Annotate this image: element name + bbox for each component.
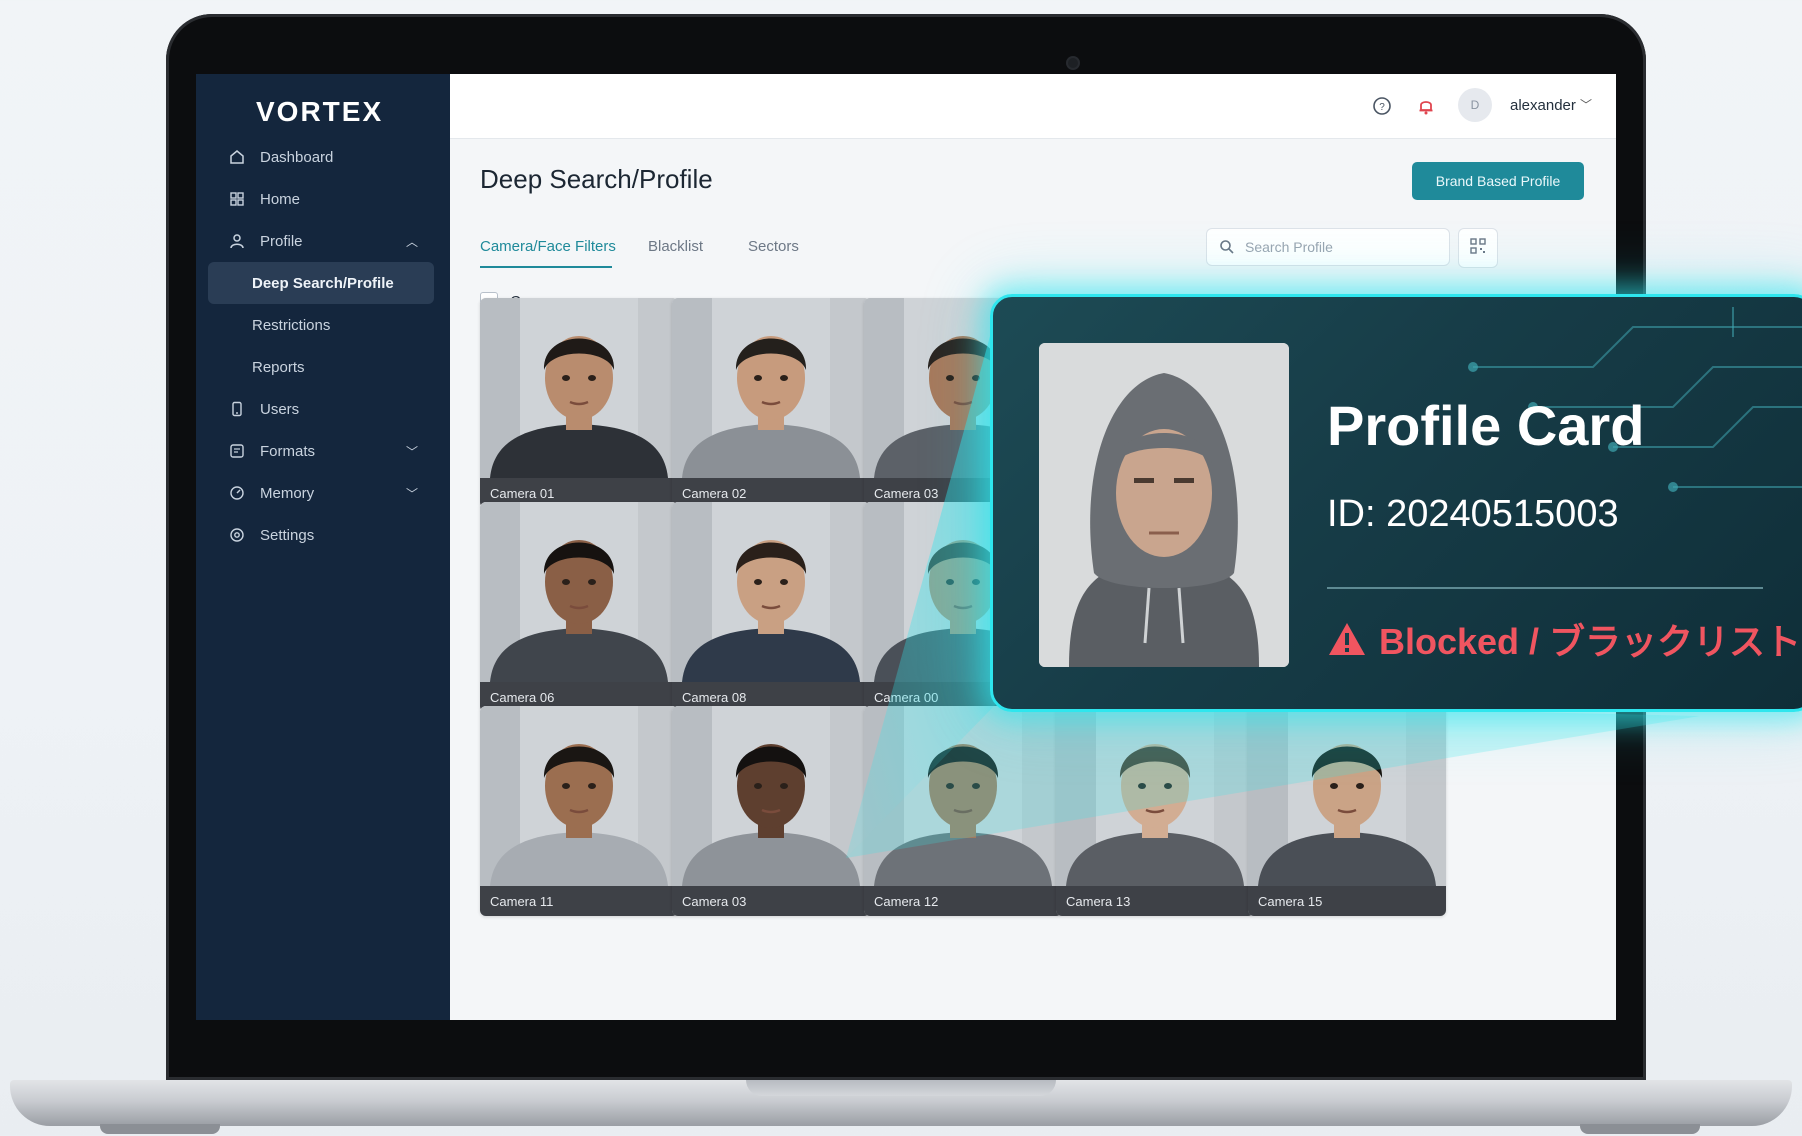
face-thumbnail: [480, 502, 678, 682]
camera-feed-card[interactable]: Camera 01: [480, 298, 678, 508]
active-tab-indicator: [480, 266, 612, 268]
gear-icon: [228, 526, 246, 544]
search-input[interactable]: [1243, 238, 1427, 256]
status-text: Blocked / ブラックリスト: [1379, 621, 1802, 662]
sidebar-item-label: Formats: [260, 442, 316, 460]
status-badge: Blocked / ブラックリスト: [1327, 613, 1801, 665]
brand-based-profile-button[interactable]: Brand Based Profile: [1412, 162, 1584, 200]
chevron-down-icon: ﹀: [405, 486, 418, 501]
sidebar-item-settings[interactable]: Settings: [220, 514, 434, 556]
face-thumbnail: [480, 706, 678, 886]
face-thumbnail: [1248, 706, 1446, 886]
sidebar-item-formats[interactable]: Formats ﹀: [220, 430, 434, 472]
tab-blacklist[interactable]: Blacklist: [648, 238, 703, 255]
sidebar: VORTEX Dashboard Home Profile ︿ Deep Sea…: [196, 74, 450, 1020]
warning-icon: [1327, 621, 1367, 657]
search-icon: [1219, 239, 1235, 255]
camera-feed-card[interactable]: Camera 08: [672, 502, 870, 712]
top-bar: ? D alexander ﹀: [450, 74, 1616, 139]
camera-caption: Camera 13: [1056, 886, 1254, 916]
face-thumbnail: [864, 706, 1062, 886]
sidebar-item-memory[interactable]: Memory ﹀: [220, 472, 434, 514]
camera-feed-card[interactable]: Camera 03: [672, 706, 870, 916]
chevron-down-icon: ﹀: [405, 444, 418, 459]
sidebar-item-home[interactable]: Home: [220, 178, 434, 220]
grid-icon: [228, 190, 246, 208]
sidebar-subitem-deep-search[interactable]: Deep Search/Profile: [208, 262, 434, 304]
laptop-foot-right: [1580, 1124, 1700, 1134]
chevron-up-icon: ︿: [405, 234, 418, 249]
profile-card-title: Profile Card: [1327, 394, 1645, 457]
webcam: [1068, 58, 1078, 68]
sidebar-item-users[interactable]: Users: [220, 388, 434, 430]
phone-icon: [228, 400, 246, 418]
sidebar-item-dashboard[interactable]: Dashboard: [220, 136, 434, 178]
camera-caption: Camera 03: [672, 886, 870, 916]
sidebar-item-label: Users: [260, 400, 300, 418]
sidebar-subitem-reports[interactable]: Reports: [208, 346, 434, 388]
laptop-notch: [746, 1080, 1056, 1096]
sidebar-item-label: Settings: [260, 526, 315, 544]
sidebar-subitem-restrictions[interactable]: Restrictions: [208, 304, 434, 346]
search-box: [1206, 228, 1450, 266]
page-title: Deep Search/Profile: [480, 164, 713, 194]
gauge-icon: [228, 484, 246, 502]
camera-feed-card[interactable]: Camera 12: [864, 706, 1062, 916]
face-thumbnail: [672, 706, 870, 886]
sidebar-item-label: Home: [260, 190, 301, 208]
face-thumbnail: [672, 298, 870, 478]
qr-code-icon: [1469, 237, 1487, 260]
camera-caption: Camera 15: [1248, 886, 1446, 916]
face-thumbnail: [1056, 706, 1254, 886]
camera-feed-card[interactable]: Camera 02: [672, 298, 870, 508]
app-logo: VORTEX: [256, 96, 384, 127]
tab-sectors[interactable]: Sectors: [748, 238, 799, 255]
camera-feed-card[interactable]: Camera 11: [480, 706, 678, 916]
tab-camera-face-filters[interactable]: Camera/Face Filters: [480, 238, 616, 255]
qr-scan-button[interactable]: [1458, 228, 1498, 268]
svg-text:?: ?: [1379, 102, 1385, 113]
face-thumbnail: [480, 298, 678, 478]
notification-bell-icon[interactable]: [1414, 94, 1438, 118]
camera-feed-card[interactable]: Camera 15: [1248, 706, 1446, 916]
camera-feed-card[interactable]: Camera 13: [1056, 706, 1254, 916]
laptop-foot-left: [100, 1124, 220, 1134]
divider: [1327, 587, 1763, 589]
user-icon: [228, 232, 246, 250]
document-icon: [228, 442, 246, 460]
profile-card[interactable]: Profile Card ID: 20240515003 Blocked / ブ…: [990, 294, 1802, 712]
username-label[interactable]: alexander: [1510, 97, 1576, 114]
camera-caption: Camera 11: [480, 886, 678, 916]
sidebar-item-profile[interactable]: Profile ︿: [220, 220, 434, 262]
sidebar-item-label: Dashboard: [260, 148, 334, 166]
help-icon[interactable]: ?: [1370, 94, 1394, 118]
avatar[interactable]: D: [1458, 88, 1492, 122]
sidebar-item-label: Profile: [260, 232, 303, 250]
camera-caption: Camera 12: [864, 886, 1062, 916]
profile-photo: [1039, 343, 1289, 667]
camera-feed-card[interactable]: Camera 06: [480, 502, 678, 712]
face-thumbnail: [672, 502, 870, 682]
sidebar-item-label: Memory: [260, 484, 315, 502]
profile-id: ID: 20240515003: [1327, 493, 1619, 535]
chevron-down-icon[interactable]: ﹀: [1580, 96, 1592, 113]
home-icon: [228, 148, 246, 166]
